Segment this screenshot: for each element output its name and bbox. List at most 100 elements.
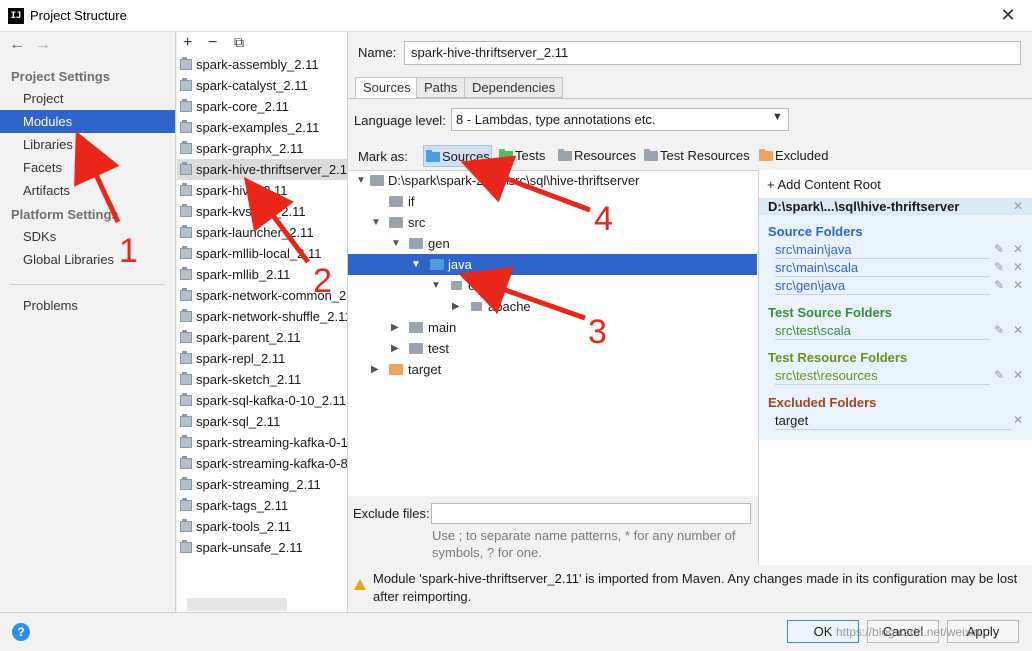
tree-row-root[interactable]: ▼ D:\spark\spark-2.3.3\src\sql\hive-thrif…	[348, 170, 757, 191]
chevron-right-icon[interactable]: ▶	[391, 317, 399, 338]
edit-icon[interactable]: ✎	[994, 368, 1004, 382]
tab-sources[interactable]: Sources	[355, 77, 419, 98]
edit-icon[interactable]: ✎	[994, 278, 1004, 292]
mark-resources-button[interactable]: Resources	[556, 145, 636, 167]
close-icon[interactable]: ✕	[1013, 323, 1023, 337]
remove-icon[interactable]: −	[208, 34, 217, 52]
tree-row-java[interactable]: ▼ java	[348, 254, 757, 275]
module-item[interactable]: spark-tools_2.11	[177, 516, 347, 537]
module-item[interactable]: spark-streaming-kafka-0-8_2.11	[177, 453, 347, 474]
sidebar-item-artifacts[interactable]: Artifacts	[0, 179, 175, 202]
edit-icon[interactable]: ✎	[994, 323, 1004, 337]
chevron-right-icon[interactable]: ▶	[452, 296, 460, 317]
folder-icon	[370, 175, 384, 186]
module-item[interactable]: spark-graphx_2.11	[177, 138, 347, 159]
edit-icon[interactable]: ✎	[994, 260, 1004, 274]
module-label: spark-tags_2.11	[196, 498, 289, 513]
module-icon	[180, 78, 192, 91]
mark-test-resources-button[interactable]: Test Resources	[642, 145, 750, 167]
chevron-down-icon[interactable]: ▼	[772, 111, 783, 123]
module-item[interactable]: spark-kvstore_2.11	[177, 201, 347, 222]
annotation-number-2: 2	[313, 262, 332, 300]
close-icon[interactable]: ✕	[1013, 413, 1023, 427]
close-icon[interactable]: ✕	[1013, 368, 1023, 382]
folder-icon	[409, 238, 423, 249]
module-item[interactable]: spark-tags_2.11	[177, 495, 347, 516]
help-icon[interactable]: ?	[12, 623, 30, 641]
close-icon[interactable]: ✕	[1013, 278, 1023, 292]
chevron-right-icon[interactable]: ▶	[391, 338, 399, 359]
close-icon[interactable]: ✕	[1013, 199, 1023, 213]
test-source-folder-entry: src\test\scala	[775, 323, 990, 340]
sidebar-item-modules[interactable]: Modules	[0, 110, 175, 133]
sidebar-item-project[interactable]: Project	[0, 87, 175, 110]
close-icon[interactable]: ✕	[996, 4, 1020, 26]
module-item[interactable]: spark-assembly_2.11	[177, 54, 347, 75]
module-item[interactable]: spark-hive_2.11	[177, 180, 347, 201]
module-item-selected[interactable]: spark-hive-thriftserver_2.11	[177, 159, 347, 180]
module-icon	[180, 477, 192, 490]
language-level-select[interactable]: 8 - Lambdas, type annotations etc.	[451, 108, 789, 131]
module-label: spark-core_2.11	[196, 99, 289, 114]
tree-row-if[interactable]: if	[348, 191, 757, 212]
tree-row-src[interactable]: ▼ src	[348, 212, 757, 233]
add-icon[interactable]: +	[183, 34, 192, 52]
module-item[interactable]: spark-catalyst_2.11	[177, 75, 347, 96]
module-item[interactable]: spark-core_2.11	[177, 96, 347, 117]
source-folder-entry: src\main\scala	[775, 260, 990, 277]
chevron-down-icon[interactable]: ▼	[371, 212, 381, 233]
tab-paths[interactable]: Paths	[416, 77, 466, 98]
exclude-files-hint: Use ; to separate name patterns, * for a…	[432, 528, 736, 560]
tests-folder-icon	[499, 149, 513, 161]
tree-row-apache[interactable]: ▶ apache	[348, 296, 757, 317]
copy-icon[interactable]: ⧉	[234, 34, 244, 51]
module-icon	[180, 519, 192, 532]
tree-row-gen[interactable]: ▼ gen	[348, 233, 757, 254]
mark-sources-button[interactable]: Sources	[423, 145, 492, 167]
module-item[interactable]: spark-network-shuffle_2.11	[177, 306, 347, 327]
sidebar-item-facets[interactable]: Facets	[0, 156, 175, 179]
tree-row-main[interactable]: ▶ main	[348, 317, 757, 338]
module-icon	[180, 414, 192, 427]
module-item[interactable]: spark-repl_2.11	[177, 348, 347, 369]
module-label: spark-tools_2.11	[196, 519, 292, 534]
add-content-root-button[interactable]: + Add Content Root	[767, 177, 881, 192]
module-item[interactable]: spark-launcher_2.11	[177, 222, 347, 243]
tree-row-target[interactable]: ▶ target	[348, 359, 757, 380]
tree-row-org[interactable]: ▼ org	[348, 275, 757, 296]
mark-excluded-button[interactable]: Excluded	[757, 145, 828, 167]
chevron-right-icon[interactable]: ▶	[371, 359, 379, 380]
module-item[interactable]: spark-streaming_2.11	[177, 474, 347, 495]
module-item[interactable]: spark-sql-kafka-0-10_2.11	[177, 390, 347, 411]
close-icon[interactable]: ✕	[1013, 242, 1023, 256]
back-arrow-icon[interactable]: ←	[9, 36, 25, 54]
module-item[interactable]: spark-examples_2.11	[177, 117, 347, 138]
tree-row-test[interactable]: ▶ test	[348, 338, 757, 359]
forward-arrow-icon[interactable]: →	[35, 36, 51, 54]
sidebar-item-global-libraries[interactable]: Global Libraries	[0, 248, 175, 271]
sidebar-item-sdks[interactable]: SDKs	[0, 225, 175, 248]
sidebar-item-libraries[interactable]: Libraries	[0, 133, 175, 156]
module-name-input[interactable]: spark-hive-thriftserver_2.11	[404, 41, 1021, 65]
module-label: spark-repl_2.11	[196, 351, 286, 366]
horizontal-scrollbar[interactable]	[187, 598, 287, 611]
exclude-files-input[interactable]	[431, 503, 751, 524]
module-item[interactable]: spark-streaming-kafka-0-10_2.11	[177, 432, 347, 453]
chevron-down-icon[interactable]: ▼	[411, 254, 421, 275]
tree-row-label: main	[428, 320, 457, 335]
module-item[interactable]: spark-unsafe_2.11	[177, 537, 347, 558]
chevron-down-icon[interactable]: ▼	[431, 275, 441, 296]
module-item[interactable]: spark-sketch_2.11	[177, 369, 347, 390]
module-item[interactable]: spark-sql_2.11	[177, 411, 347, 432]
chevron-down-icon[interactable]: ▼	[356, 170, 366, 191]
close-icon[interactable]: ✕	[1013, 260, 1023, 274]
module-item[interactable]: spark-mllib-local_2.11	[177, 243, 347, 264]
chevron-down-icon[interactable]: ▼	[391, 233, 401, 254]
sidebar-item-problems[interactable]: Problems	[0, 294, 175, 317]
mark-tests-button[interactable]: Tests	[497, 145, 545, 167]
tab-dependencies[interactable]: Dependencies	[464, 77, 564, 98]
excluded-folders-heading: Excluded Folders	[768, 395, 877, 410]
module-icon	[180, 141, 192, 154]
edit-icon[interactable]: ✎	[994, 242, 1004, 256]
module-item[interactable]: spark-parent_2.11	[177, 327, 347, 348]
